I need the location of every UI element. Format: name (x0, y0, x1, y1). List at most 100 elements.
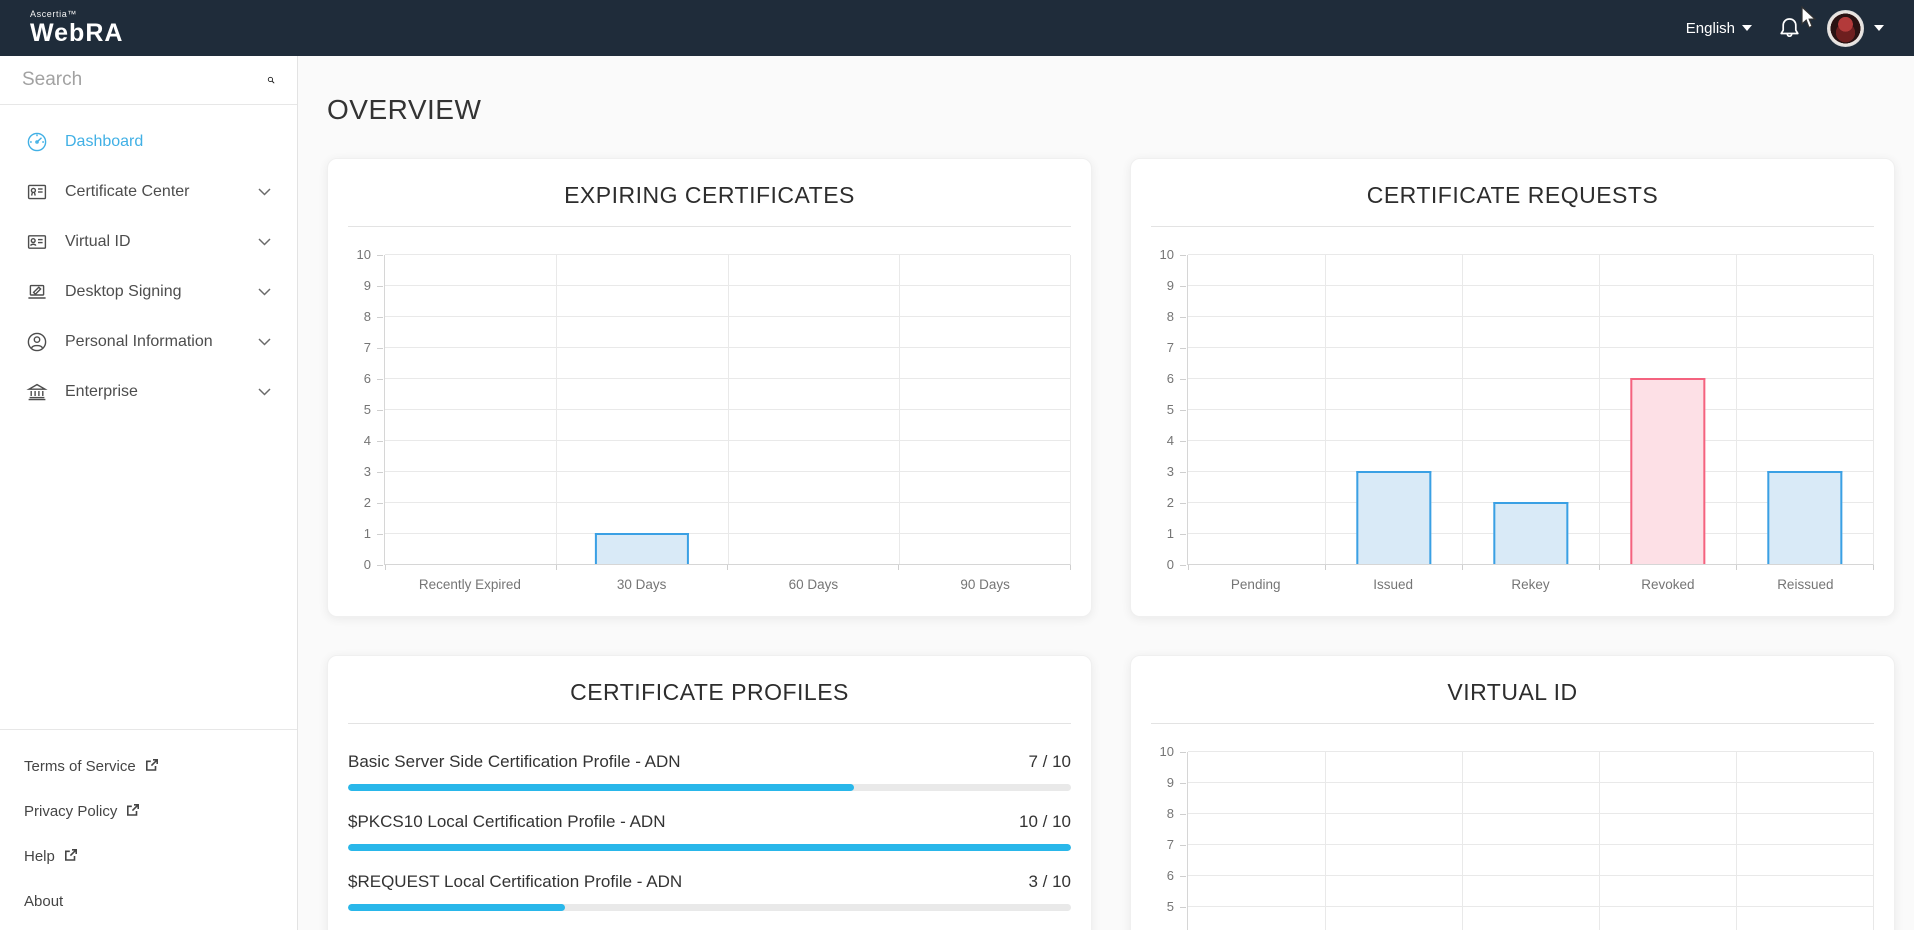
y-tick-label: 6 (1167, 868, 1174, 883)
profile-row-basic-server-side-certification-profile-adn: Basic Server Side Certification Profile … (348, 752, 1071, 791)
external-link-icon (126, 803, 140, 821)
card-title: EXPIRING CERTIFICATES (328, 159, 1091, 226)
user-menu[interactable] (1827, 10, 1884, 47)
sidebar-item-virtual-id[interactable]: Virtual ID (0, 217, 297, 267)
virtual-id-chart: 012345678910 (1131, 724, 1894, 930)
x-tick-label: Rekey (1462, 577, 1599, 592)
expiring-certificates-chart: 012345678910 Recently Expired30 Days60 D… (328, 227, 1091, 616)
bell-icon (1778, 16, 1801, 40)
footer-link-label: Help (24, 848, 55, 865)
plot-area (384, 255, 1071, 565)
profile-label: $REQUEST Local Certification Profile - A… (348, 872, 682, 892)
y-tick-label: 7 (1167, 340, 1174, 355)
x-tick-label: 60 Days (728, 577, 900, 592)
sidebar-item-desktop-signing[interactable]: Desktop Signing (0, 267, 297, 317)
sidebar-item-label: Certificate Center (65, 183, 190, 201)
y-axis: 012345678910 (1145, 752, 1187, 930)
footer-link-about[interactable]: About (0, 879, 297, 924)
search-icon[interactable] (267, 70, 275, 90)
x-tick-label: 90 Days (899, 577, 1071, 592)
dashboard-icon (26, 131, 48, 153)
sidebar-item-personal-information[interactable]: Personal Information (0, 317, 297, 367)
footer-link-label: Terms of Service (24, 758, 136, 775)
y-tick-label: 8 (1167, 806, 1174, 821)
x-tick-label: 30 Days (556, 577, 728, 592)
personal-information-icon (26, 331, 48, 353)
y-tick-label: 6 (364, 371, 371, 386)
chevron-down-icon (258, 188, 271, 196)
card-title: CERTIFICATE REQUESTS (1131, 159, 1894, 226)
sidebar-item-certificate-center[interactable]: Certificate Center (0, 167, 297, 217)
y-tick-label: 1 (1167, 526, 1174, 541)
card-virtual-id: VIRTUAL ID 012345678910 (1130, 655, 1895, 930)
footer-link-label: About (24, 893, 63, 910)
webra-dashboard: Ascertia™ WebRA English (0, 0, 1914, 930)
notifications-button[interactable] (1778, 16, 1801, 40)
certificate-requests-chart: 012345678910 PendingIssuedRekeyRevokedRe… (1131, 227, 1894, 616)
y-axis: 012345678910 (1145, 255, 1187, 565)
profile-label: Basic Server Side Certification Profile … (348, 752, 681, 772)
footer-link-privacy-policy[interactable]: Privacy Policy (0, 789, 297, 834)
external-link-icon (145, 758, 159, 776)
x-tick-label: Issued (1324, 577, 1461, 592)
y-tick-label: 0 (364, 557, 371, 572)
y-tick-label: 5 (1167, 402, 1174, 417)
y-tick-label: 10 (1160, 247, 1174, 262)
sidebar-nav: Dashboard Certificate Center Virtual ID Des… (0, 105, 297, 417)
x-tick-label: Pending (1187, 577, 1324, 592)
sidebar-footer: Terms of Service Privacy Policy Help About (0, 729, 297, 930)
sidebar-item-label: Personal Information (65, 333, 213, 351)
chevron-down-icon (258, 238, 271, 246)
dashboard-cards: EXPIRING CERTIFICATES 012345678910 Recen… (327, 158, 1895, 930)
x-tick-label: Revoked (1599, 577, 1736, 592)
bar-rekey (1493, 502, 1568, 564)
chevron-down-icon (258, 388, 271, 396)
x-axis-labels: PendingIssuedRekeyRevokedReissued (1187, 565, 1874, 592)
bar-revoked (1630, 378, 1705, 564)
y-tick-label: 1 (364, 526, 371, 541)
progress-fill (348, 904, 565, 911)
plot-area (1187, 752, 1874, 930)
card-certificate-profiles: CERTIFICATE PROFILES Basic Server Side C… (327, 655, 1092, 930)
profile-count: 10 / 10 (1019, 812, 1071, 832)
brand-product: WebRA (30, 21, 123, 46)
card-certificate-requests: CERTIFICATE REQUESTS 012345678910 Pendin… (1130, 158, 1895, 617)
brand-company: Ascertia™ (30, 10, 123, 19)
sidebar-item-label: Virtual ID (65, 233, 131, 251)
x-tick-label: Reissued (1737, 577, 1874, 592)
top-navbar: Ascertia™ WebRA English (0, 0, 1914, 56)
sidebar-item-label: Dashboard (65, 133, 143, 151)
progress-fill (348, 844, 1071, 851)
footer-link-help[interactable]: Help (0, 834, 297, 879)
y-tick-label: 9 (1167, 775, 1174, 790)
language-dropdown[interactable]: English (1686, 20, 1752, 37)
language-label: English (1686, 20, 1735, 37)
enterprise-icon (26, 381, 48, 403)
y-tick-label: 8 (1167, 309, 1174, 324)
certificate-center-icon (26, 181, 48, 203)
navbar-actions: English (1686, 10, 1884, 47)
sidebar-item-label: Enterprise (65, 383, 138, 401)
y-tick-label: 9 (364, 278, 371, 293)
bar-reissued (1767, 471, 1842, 564)
card-title: CERTIFICATE PROFILES (328, 656, 1091, 723)
y-axis: 012345678910 (342, 255, 384, 565)
y-tick-label: 2 (1167, 495, 1174, 510)
profile-row-pkcs10-local-certification-profile-adn: $PKCS10 Local Certification Profile - AD… (348, 812, 1071, 851)
card-expiring-certificates: EXPIRING CERTIFICATES 012345678910 Recen… (327, 158, 1092, 617)
sidebar-item-dashboard[interactable]: Dashboard (0, 117, 297, 167)
sidebar-item-enterprise[interactable]: Enterprise (0, 367, 297, 417)
progress-bar (348, 784, 1071, 791)
main-content: OVERVIEW EXPIRING CERTIFICATES 012345678… (298, 56, 1914, 930)
y-tick-label: 10 (1160, 744, 1174, 759)
y-tick-label: 5 (364, 402, 371, 417)
footer-link-terms-of-service[interactable]: Terms of Service (0, 744, 297, 789)
caret-down-icon (1742, 25, 1752, 31)
y-tick-label: 8 (364, 309, 371, 324)
y-tick-label: 7 (364, 340, 371, 355)
certificate-profiles-list: Basic Server Side Certification Profile … (328, 724, 1091, 930)
y-tick-label: 9 (1167, 278, 1174, 293)
search-input[interactable] (22, 69, 267, 91)
webra-logo[interactable]: Ascertia™ WebRA (30, 10, 123, 46)
y-tick-label: 6 (1167, 371, 1174, 386)
